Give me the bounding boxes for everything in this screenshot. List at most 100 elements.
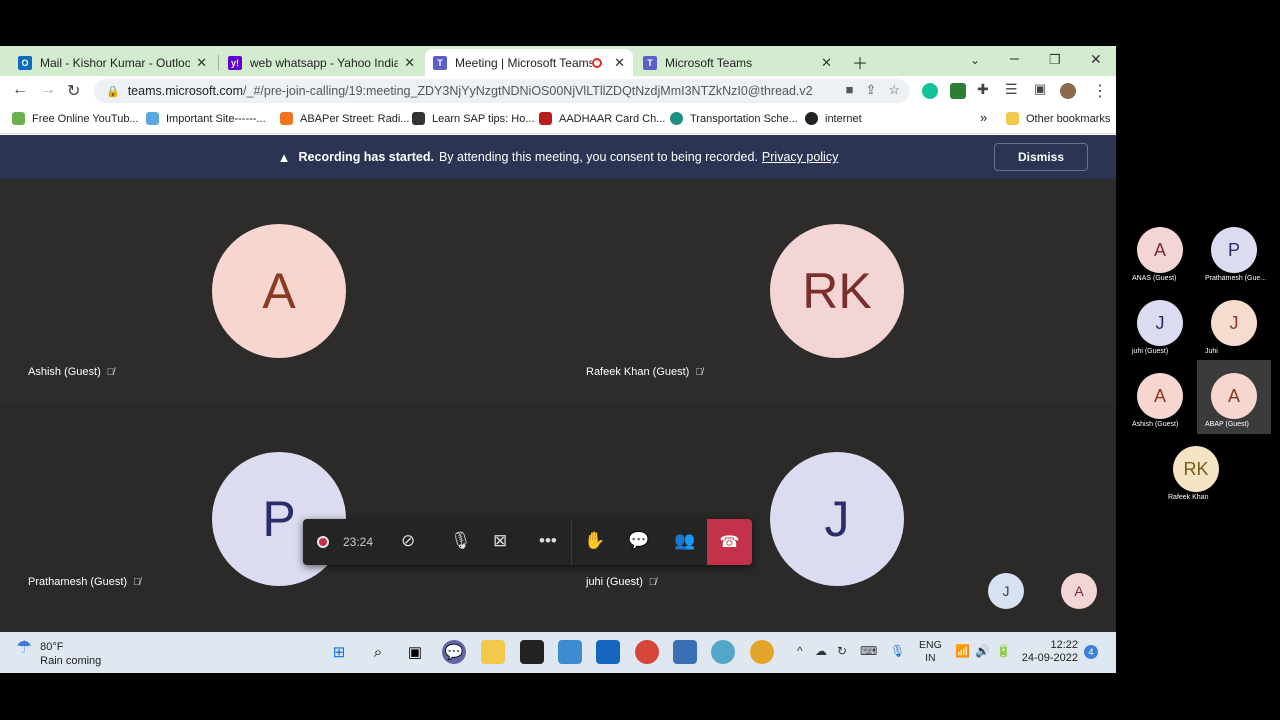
notepad-icon[interactable] bbox=[558, 640, 582, 664]
address-input[interactable]: 🔒 teams.microsoft.com/_#/pre-join-callin… bbox=[94, 79, 910, 103]
camera-icon[interactable]: ■ bbox=[846, 82, 854, 98]
yahoo-icon: y! bbox=[228, 55, 242, 70]
chevron-up-icon[interactable]: ^ bbox=[797, 644, 803, 658]
participant-tile[interactable]: A Ashish (Guest) 🎙̸ bbox=[0, 179, 558, 405]
dismiss-button[interactable]: Dismiss bbox=[994, 143, 1088, 171]
puzzle-icon[interactable]: ✚ bbox=[977, 81, 989, 98]
teams-icon: T bbox=[643, 55, 657, 70]
bookmark-icon bbox=[280, 112, 293, 125]
roster-name: ANAS (Guest) bbox=[1132, 275, 1177, 282]
file-explorer-icon[interactable] bbox=[481, 640, 505, 664]
roster-avatar[interactable]: RK bbox=[1173, 446, 1219, 492]
mic-off-icon: 🎙̸ bbox=[106, 366, 115, 378]
menu-icon[interactable]: ⋮ bbox=[1092, 81, 1108, 101]
privacy-policy-link[interactable]: Privacy policy bbox=[762, 150, 838, 164]
chrome-icon[interactable] bbox=[635, 640, 659, 664]
participants-button[interactable]: 👥 bbox=[674, 531, 695, 551]
roster-avatar[interactable]: J bbox=[1137, 300, 1183, 346]
tab-meeting-teams[interactable]: T Meeting | Microsoft Teams ✕ bbox=[425, 49, 633, 76]
keyboard-icon[interactable]: ⌨ bbox=[860, 644, 877, 658]
sidepanel-icon[interactable]: ▣ bbox=[1034, 81, 1046, 97]
temperature: 80°F bbox=[40, 641, 64, 653]
star-icon[interactable]: ☆ bbox=[888, 82, 900, 98]
overflow-avatar[interactable]: J bbox=[988, 573, 1024, 609]
bookmark-item[interactable]: Transportation Sche... bbox=[670, 112, 798, 125]
forward-button[interactable]: → bbox=[40, 81, 56, 99]
extension-icon[interactable] bbox=[950, 83, 966, 99]
bookmark-item[interactable]: internet bbox=[805, 112, 862, 125]
roster-avatar[interactable]: A bbox=[1211, 373, 1257, 419]
roster-name: Ashish (Guest) bbox=[1132, 421, 1179, 428]
bookmark-icon bbox=[805, 112, 818, 125]
close-icon[interactable]: ✕ bbox=[821, 55, 832, 71]
close-window-button[interactable]: ✕ bbox=[1090, 51, 1102, 68]
overflow-avatar[interactable]: A bbox=[1061, 573, 1097, 609]
weather-status: Rain coming bbox=[40, 655, 102, 667]
tab-label: web whatsapp - Yahoo India Sea bbox=[250, 55, 399, 70]
tab-label: Microsoft Teams bbox=[665, 55, 753, 70]
share-screen-button[interactable]: ⊠ bbox=[493, 531, 507, 551]
weather-widget[interactable]: ☂ 80°F Rain coming bbox=[16, 637, 102, 668]
bookmark-icon bbox=[12, 112, 25, 125]
sync-icon[interactable]: ↻ bbox=[837, 644, 847, 658]
close-icon[interactable]: ✕ bbox=[614, 55, 625, 71]
participant-tile[interactable]: RK Rafeek Khan (Guest) 🎙̸ bbox=[558, 179, 1116, 405]
minimize-button[interactable]: – bbox=[1010, 50, 1019, 68]
roster-name: Rafeek Khan bbox=[1168, 494, 1209, 501]
roster-avatar[interactable]: P bbox=[1211, 227, 1257, 273]
warning-icon: ▲ bbox=[277, 149, 291, 165]
bookmark-item[interactable]: Important Site------... bbox=[146, 112, 266, 125]
app-icon[interactable] bbox=[673, 640, 697, 664]
chrome-icon[interactable] bbox=[750, 640, 774, 664]
hang-up-button[interactable]: ☎ bbox=[707, 519, 752, 565]
chat-icon[interactable]: 💬 bbox=[442, 640, 466, 664]
task-view-icon[interactable]: ▣ bbox=[403, 640, 427, 664]
sticky-notes-icon[interactable] bbox=[520, 640, 544, 664]
bookmark-item[interactable]: AADHAAR Card Ch... bbox=[539, 112, 665, 125]
battery-icon[interactable]: 🔋 bbox=[996, 644, 1011, 658]
tab-yahoo[interactable]: y! web whatsapp - Yahoo India Sea ✕ bbox=[220, 49, 423, 76]
teams-meeting-stage: ▲ Recording has started. By attending th… bbox=[0, 135, 1116, 632]
media-icon[interactable]: ☰ bbox=[1005, 81, 1018, 98]
sap-logon-icon[interactable] bbox=[596, 640, 620, 664]
tab-microsoft-teams[interactable]: T Microsoft Teams ✕ bbox=[635, 49, 840, 76]
roster-avatar[interactable]: A bbox=[1137, 373, 1183, 419]
windows-start-icon[interactable]: ⊞ bbox=[327, 640, 351, 664]
clock[interactable]: 12:22 24-09-2022 bbox=[1022, 639, 1078, 665]
back-button[interactable]: ← bbox=[12, 81, 28, 99]
new-tab-button[interactable]: ＋ bbox=[852, 50, 868, 74]
chat-button[interactable]: 💬 bbox=[628, 531, 649, 551]
microphone-button[interactable]: 🎙 bbox=[450, 531, 472, 551]
bookmark-item[interactable]: Learn SAP tips: Ho... bbox=[412, 112, 535, 125]
wifi-icon[interactable]: 📶 bbox=[955, 644, 970, 658]
avatar[interactable] bbox=[1060, 83, 1076, 99]
more-options-button[interactable]: ••• bbox=[539, 531, 557, 551]
raise-hand-button[interactable]: ✋ bbox=[584, 531, 605, 551]
roster-avatar[interactable]: A bbox=[1137, 227, 1183, 273]
mic-off-icon: 🎙̸ bbox=[133, 576, 141, 588]
close-icon[interactable]: ✕ bbox=[196, 55, 207, 71]
volume-icon[interactable]: 🔊 bbox=[975, 644, 990, 658]
roster-avatar[interactable]: J bbox=[1211, 300, 1257, 346]
language-indicator[interactable]: ENG IN bbox=[919, 639, 942, 665]
notification-badge[interactable]: 4 bbox=[1084, 645, 1098, 659]
reload-button[interactable]: ↻ bbox=[67, 81, 80, 101]
other-bookmarks[interactable]: Other bookmarks bbox=[1006, 112, 1110, 125]
onedrive-icon[interactable]: ☁ bbox=[815, 644, 827, 658]
camera-off-button[interactable]: ⊘ bbox=[401, 531, 415, 551]
tab-search-chevron-icon[interactable]: ⌄ bbox=[970, 53, 980, 67]
roster-name: ABAP (Guest) bbox=[1205, 421, 1249, 428]
rain-icon: ☂ bbox=[16, 637, 33, 657]
paint-icon[interactable] bbox=[711, 640, 735, 664]
share-icon[interactable]: ⇪ bbox=[865, 82, 876, 98]
microphone-icon[interactable]: 🎙 bbox=[890, 644, 905, 658]
close-icon[interactable]: ✕ bbox=[404, 55, 415, 71]
restore-button[interactable]: ❐ bbox=[1049, 52, 1061, 68]
tab-outlook[interactable]: O Mail - Kishor Kumar - Outlook ✕ bbox=[10, 49, 215, 76]
search-icon[interactable]: ⌕ bbox=[366, 640, 390, 664]
bookmarks-overflow-button[interactable]: » bbox=[980, 110, 987, 125]
bookmark-item[interactable]: Free Online YouTub... bbox=[12, 112, 139, 125]
grammarly-icon[interactable] bbox=[922, 83, 938, 99]
bookmark-item[interactable]: ABAPer Street: Radi... bbox=[280, 112, 409, 125]
bookmark-icon bbox=[539, 112, 552, 125]
